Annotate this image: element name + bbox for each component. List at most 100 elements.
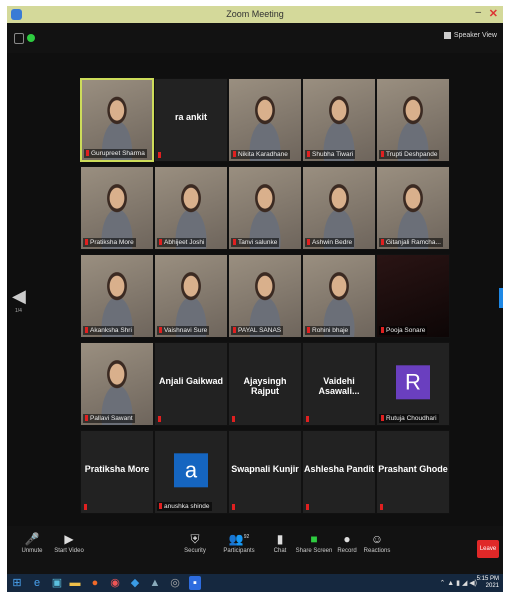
participant-tile[interactable]: Shubha Tiwari <box>302 78 376 162</box>
file-explorer-icon[interactable]: ▬ <box>69 576 81 590</box>
participant-tile[interactable]: Tanvi salunke <box>228 166 302 250</box>
participant-tile[interactable]: a anushka shinde <box>154 430 228 514</box>
system-tray-icons[interactable]: ⌃ ▲ ▮ ◢ ◀) <box>439 579 477 587</box>
participant-video <box>229 167 301 249</box>
participant-video <box>82 80 152 160</box>
video-camera-off-icon: ▶ <box>64 532 74 546</box>
participant-tile[interactable]: R Rutuja Choudhari <box>376 342 450 426</box>
muted-mic-icon <box>159 503 162 510</box>
participant-tile[interactable]: Rohini bhaje <box>302 254 376 338</box>
participant-display-name: Ashlesha Pandit <box>303 463 375 474</box>
participant-video <box>229 79 301 161</box>
participant-tile[interactable]: Gurupreet Sharma <box>80 78 154 162</box>
muted-mic-icon <box>85 327 88 334</box>
participant-tile[interactable]: Vaishnavi Sure <box>154 254 228 338</box>
chrome-icon[interactable]: ◉ <box>109 576 121 590</box>
participant-name-label: Gitanjali Ramcha... <box>379 238 443 247</box>
participant-tile[interactable]: Akanksha Shri <box>80 254 154 338</box>
participant-name-label: Pooja Sonare <box>379 326 428 335</box>
participant-video <box>81 255 153 337</box>
participant-tile[interactable]: Nikita Karadhane <box>228 78 302 162</box>
participant-name: Gitanjali Ramcha... <box>386 239 441 246</box>
edge-browser-icon[interactable]: e <box>31 576 43 590</box>
muted-mic-icon <box>233 239 236 246</box>
participant-name: PAYAL SANAS <box>238 327 282 334</box>
participant-tile[interactable]: ra ankit <box>154 78 228 162</box>
participants-button[interactable]: 👥92 Participants <box>217 532 261 554</box>
participant-name: Nikita Karadhane <box>238 151 288 158</box>
clock-time: 5:15 PM <box>476 576 499 582</box>
participant-tile[interactable]: Vaidehi Asawali... <box>302 342 376 426</box>
participants-count: 92 <box>243 534 250 540</box>
start-video-button[interactable]: ▶ Start Video <box>47 532 91 554</box>
security-button[interactable]: ⛨ Security <box>173 532 217 554</box>
participant-tile[interactable]: Abhijeet Joshi <box>154 166 228 250</box>
participant-name-label: Nikita Karadhane <box>231 150 290 159</box>
participant-name: anushka shinde <box>164 503 210 510</box>
muted-mic-icon <box>84 504 87 510</box>
reactions-button[interactable]: ☺ Reactions <box>355 532 399 554</box>
participant-tile[interactable]: Pooja Sonare <box>376 254 450 338</box>
store-icon[interactable]: ▣ <box>51 576 63 590</box>
participant-name: Shubha Tiwari <box>312 151 354 158</box>
participant-tile[interactable]: Ashlesha Pandit <box>302 430 376 514</box>
previous-page-arrow-icon[interactable]: ◀ <box>12 286 26 307</box>
participant-name-label: Akanksha Shri <box>83 326 134 335</box>
clock-date: 2021 <box>485 583 499 589</box>
participant-video <box>377 167 449 249</box>
participant-name: Abhijeet Joshi <box>164 239 205 246</box>
muted-mic-icon <box>158 152 161 158</box>
taskbar-clock[interactable]: 5:15 PM 2021 <box>477 576 499 590</box>
app-icon-2[interactable]: ▲ <box>149 576 161 590</box>
muted-mic-icon <box>233 151 236 158</box>
participant-video <box>155 167 227 249</box>
speaker-view-button[interactable]: Speaker View <box>443 32 497 39</box>
participant-tile[interactable]: PAYAL SANAS <box>228 254 302 338</box>
close-button[interactable]: ✕ <box>489 7 498 20</box>
participant-tile[interactable]: Prashant Ghode <box>376 430 450 514</box>
participant-display-name: Prashant Ghode <box>378 463 448 474</box>
participant-video <box>303 255 375 337</box>
participant-tile[interactable]: Pratiksha More <box>80 166 154 250</box>
muted-mic-icon <box>85 239 88 246</box>
muted-mic-icon <box>159 327 162 334</box>
next-page-arrow-icon[interactable] <box>499 288 503 308</box>
muted-mic-icon <box>381 327 384 334</box>
participant-name-label: Rutuja Choudhari <box>379 414 439 423</box>
participant-name-label: Tanvi salunke <box>231 238 280 247</box>
minimize-button[interactable]: – <box>475 7 481 18</box>
reactions-icon: ☺ <box>370 532 384 546</box>
participant-name: Pratiksha More <box>90 239 134 246</box>
app-icon[interactable]: ◆ <box>129 576 141 590</box>
shield-icon: ⛨ <box>190 532 200 546</box>
participant-name: Pooja Sonare <box>386 327 426 334</box>
participant-tile[interactable]: Ashwin Bedre <box>302 166 376 250</box>
participant-video <box>81 167 153 249</box>
participant-tile[interactable]: Anjali Gaikwad <box>154 342 228 426</box>
end-meeting-button[interactable]: Leave <box>477 540 499 558</box>
start-menu-icon[interactable]: ⊞ <box>11 576 23 590</box>
muted-mic-icon <box>307 151 310 158</box>
speaker-view-label: Speaker View <box>453 32 497 39</box>
window-title: Zoom Meeting <box>226 9 284 19</box>
participants-icon: 👥92 <box>228 532 250 546</box>
participant-tile[interactable]: Gitanjali Ramcha... <box>376 166 450 250</box>
participant-tile[interactable]: Trupti Deshpande <box>376 78 450 162</box>
participant-tile[interactable]: Pratiksha More <box>80 430 154 514</box>
participant-tile[interactable]: Pallavi Sawant <box>80 342 154 426</box>
muted-mic-icon <box>380 504 383 510</box>
title-bar: Zoom Meeting – ✕ <box>7 6 503 23</box>
muted-mic-icon <box>307 327 310 334</box>
security-shield-icon[interactable] <box>14 33 24 44</box>
connection-status-icon[interactable] <box>27 34 35 42</box>
participant-name-label: Shubha Tiwari <box>305 150 356 159</box>
participant-tile[interactable]: Swapnali Kunjir <box>228 430 302 514</box>
participant-video <box>303 167 375 249</box>
participant-name-label: Gurupreet Sharma <box>84 149 147 158</box>
participant-tile[interactable]: Ajaysingh Rajput <box>228 342 302 426</box>
app-icon-3[interactable]: ◎ <box>169 576 181 590</box>
participant-name: Vaishnavi Sure <box>164 327 208 334</box>
muted-mic-icon <box>307 239 310 246</box>
firefox-icon[interactable]: ● <box>89 576 101 590</box>
zoom-taskbar-icon[interactable]: ▪ <box>189 576 201 590</box>
